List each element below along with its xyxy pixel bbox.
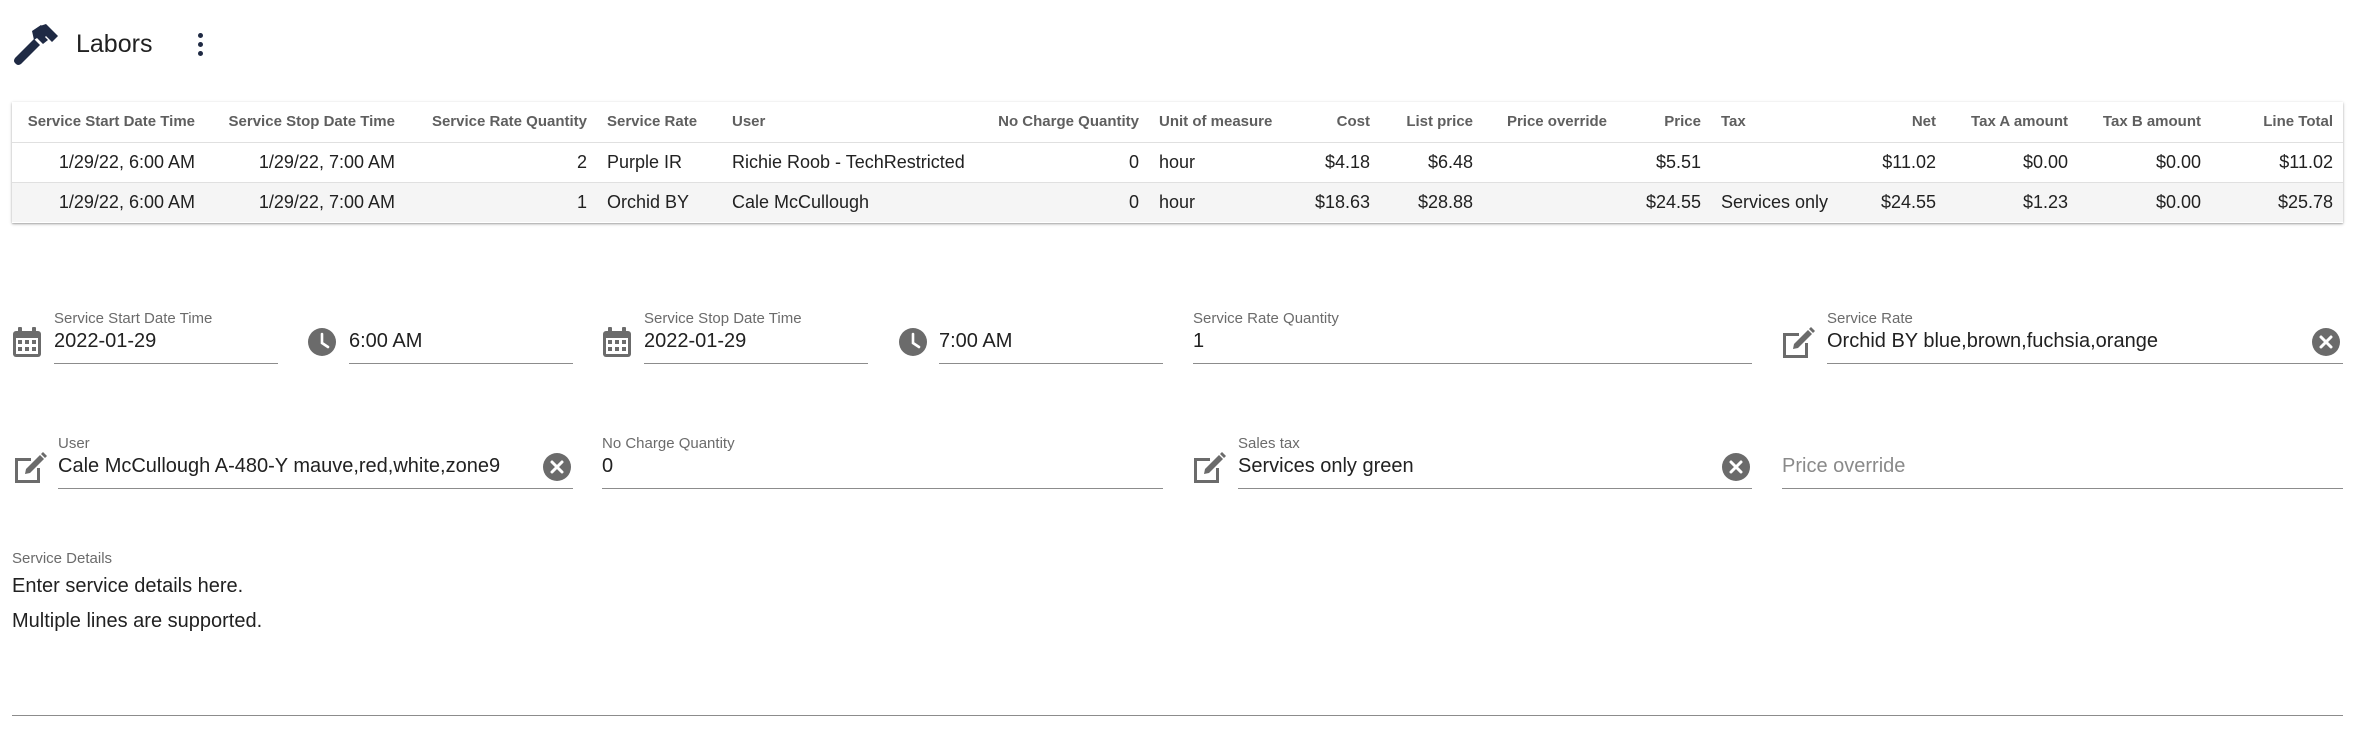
service-details-textarea[interactable]: Enter service details here. Multiple lin… bbox=[12, 569, 262, 639]
labors-table: Service Start Date Time Service Stop Dat… bbox=[12, 102, 2343, 223]
table-cell: 1/29/22, 6:00 AM bbox=[12, 182, 205, 222]
column-header[interactable]: User bbox=[722, 102, 968, 143]
table-cell: 1/29/22, 7:00 AM bbox=[205, 142, 405, 183]
table-row[interactable]: 1/29/22, 6:00 AM 1/29/22, 7:00 AM 1 Orch… bbox=[12, 182, 2343, 222]
table-row[interactable]: 1/29/22, 6:00 AM 1/29/22, 7:00 AM 2 Purp… bbox=[12, 142, 2343, 183]
table-cell: $24.55 bbox=[1843, 182, 1946, 222]
clock-icon[interactable] bbox=[898, 327, 928, 357]
user-field[interactable]: User Cale McCullough A-480-Y mauve,red,w… bbox=[58, 435, 573, 489]
price-override-field[interactable]: Price override bbox=[1782, 435, 2343, 489]
calendar-icon[interactable] bbox=[602, 326, 632, 358]
table-cell: $1.23 bbox=[1946, 182, 2078, 222]
service-start-time-field[interactable]: 6:00 AM bbox=[349, 310, 573, 364]
calendar-icon[interactable] bbox=[12, 326, 42, 358]
sales-tax-field[interactable]: Sales tax Services only green bbox=[1238, 435, 1752, 489]
column-header[interactable]: Tax A amount bbox=[1946, 102, 2078, 143]
field-label: Service Details bbox=[12, 550, 113, 567]
table-cell: $4.18 bbox=[1285, 142, 1380, 183]
column-header[interactable]: Price bbox=[1617, 102, 1711, 143]
field-label: No Charge Quantity bbox=[602, 435, 735, 452]
table-cell: 1 bbox=[405, 182, 597, 222]
table-cell: $0.00 bbox=[2078, 182, 2211, 222]
service-rate-field[interactable]: Service Rate Orchid BY blue,brown,fuchsi… bbox=[1827, 310, 2343, 364]
table-cell: $24.55 bbox=[1617, 182, 1711, 222]
table-cell: 1/29/22, 6:00 AM bbox=[12, 142, 205, 183]
field-value: 0 bbox=[602, 455, 614, 477]
column-header[interactable]: Tax B amount bbox=[2078, 102, 2211, 143]
table-cell: $11.02 bbox=[1843, 142, 1946, 183]
table-cell: Cale McCullough bbox=[722, 182, 968, 222]
table-cell bbox=[1483, 182, 1617, 222]
edit-icon[interactable] bbox=[12, 451, 48, 485]
column-header[interactable]: Service Rate bbox=[597, 102, 722, 143]
table-cell: 1/29/22, 7:00 AM bbox=[205, 182, 405, 222]
field-value: Services only green bbox=[1238, 455, 1414, 477]
clear-service-rate-icon[interactable] bbox=[2311, 327, 2341, 357]
labors-header: Labors bbox=[12, 22, 212, 66]
table-cell: hour bbox=[1149, 142, 1285, 183]
field-value: 1 bbox=[1193, 330, 1205, 352]
column-header[interactable]: No Charge Quantity bbox=[968, 102, 1149, 143]
field-label: Sales tax bbox=[1238, 435, 1300, 452]
table-cell: 2 bbox=[405, 142, 597, 183]
clear-sales-tax-icon[interactable] bbox=[1721, 452, 1751, 482]
edit-icon[interactable] bbox=[1780, 326, 1816, 360]
service-stop-date-field[interactable]: Service Stop Date Time 2022-01-29 bbox=[644, 310, 868, 364]
service-start-date-field[interactable]: Service Start Date Time 2022-01-29 bbox=[54, 310, 278, 364]
more-vert-icon[interactable] bbox=[188, 29, 212, 59]
service-details-field[interactable]: Service Details Enter service details he… bbox=[12, 550, 2343, 716]
labors-page: Labors Service Start Date Time Service S… bbox=[0, 0, 2357, 736]
table-cell: $28.88 bbox=[1380, 182, 1483, 222]
field-label: User bbox=[58, 435, 90, 452]
table-header-row: Service Start Date Time Service Stop Dat… bbox=[12, 102, 2343, 143]
table-cell: Orchid BY bbox=[597, 182, 722, 222]
table-cell: $18.63 bbox=[1285, 182, 1380, 222]
table-cell bbox=[1483, 142, 1617, 183]
table-cell: Services only bbox=[1711, 182, 1843, 222]
hammer-icon bbox=[14, 24, 58, 65]
table-cell: $6.48 bbox=[1380, 142, 1483, 183]
column-header[interactable]: Tax bbox=[1711, 102, 1843, 143]
field-label: Service Rate bbox=[1827, 310, 1913, 327]
table-cell: 0 bbox=[968, 182, 1149, 222]
table-cell bbox=[1711, 142, 1843, 183]
column-header[interactable]: Service Stop Date Time bbox=[205, 102, 405, 143]
table-cell: $0.00 bbox=[2078, 142, 2211, 183]
field-value: 7:00 AM bbox=[939, 330, 1013, 352]
page-title: Labors bbox=[76, 29, 153, 58]
clock-icon[interactable] bbox=[307, 327, 337, 357]
field-value: 2022-01-29 bbox=[644, 330, 747, 352]
column-header[interactable]: Line Total bbox=[2211, 102, 2343, 143]
field-value: 2022-01-29 bbox=[54, 330, 157, 352]
field-placeholder: Price override bbox=[1782, 455, 1906, 477]
table-cell: $11.02 bbox=[2211, 142, 2343, 183]
field-label: Service Stop Date Time bbox=[644, 310, 802, 327]
column-header[interactable]: Net bbox=[1843, 102, 1946, 143]
column-header[interactable]: Service Start Date Time bbox=[12, 102, 205, 143]
field-value: Cale McCullough A-480-Y mauve,red,white,… bbox=[58, 455, 501, 477]
table-cell: $5.51 bbox=[1617, 142, 1711, 183]
column-header[interactable]: Cost bbox=[1285, 102, 1380, 143]
column-header[interactable]: Service Rate Quantity bbox=[405, 102, 597, 143]
table-cell: $25.78 bbox=[2211, 182, 2343, 222]
table-cell: Purple IR bbox=[597, 142, 722, 183]
field-label: Service Rate Quantity bbox=[1193, 310, 1339, 327]
field-value: Orchid BY blue,brown,fuchsia,orange bbox=[1827, 330, 2158, 352]
table-cell: $0.00 bbox=[1946, 142, 2078, 183]
service-stop-time-field[interactable]: 7:00 AM bbox=[939, 310, 1163, 364]
table-cell: 0 bbox=[968, 142, 1149, 183]
service-rate-quantity-field[interactable]: Service Rate Quantity 1 bbox=[1193, 310, 1752, 364]
clear-user-icon[interactable] bbox=[542, 452, 572, 482]
no-charge-quantity-field[interactable]: No Charge Quantity 0 bbox=[602, 435, 1163, 489]
column-header[interactable]: Price override bbox=[1483, 102, 1617, 143]
field-label: Service Start Date Time bbox=[54, 310, 213, 327]
edit-icon[interactable] bbox=[1191, 451, 1227, 485]
table-cell: Richie Roob - TechRestricted bbox=[722, 142, 968, 183]
column-header[interactable]: Unit of measure bbox=[1149, 102, 1285, 143]
field-value: 6:00 AM bbox=[349, 330, 423, 352]
column-header[interactable]: List price bbox=[1380, 102, 1483, 143]
table-cell: hour bbox=[1149, 182, 1285, 222]
